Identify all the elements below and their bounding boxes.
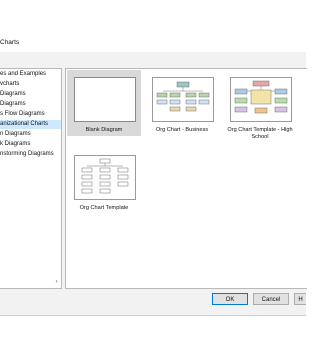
tree-item-organizational-charts[interactable]: anizational Charts xyxy=(0,120,61,129)
tree-item-flowcharts[interactable]: vcharts xyxy=(0,80,19,89)
template-gallery[interactable]: Blank Diagram Org Chart - Business Org C… xyxy=(65,68,307,289)
template-label: Org Chart Template xyxy=(79,205,129,211)
template-label: Org Chart - Business xyxy=(155,127,209,133)
org-chart-icon xyxy=(81,158,129,194)
org-chart-icon xyxy=(234,80,288,114)
window-title: Charts xyxy=(0,39,20,46)
template-label: Org Chart Template - High School xyxy=(227,127,293,140)
tree-item-diagrams-2[interactable]: Diagrams xyxy=(0,100,26,109)
category-tree[interactable]: es and Examples vcharts Diagrams Diagram… xyxy=(0,68,62,289)
org-chart-business-thumbnail xyxy=(152,77,214,122)
template-label: Blank Diagram xyxy=(85,127,123,133)
title-bar: Charts xyxy=(0,34,306,52)
org-chart-high-school-thumbnail xyxy=(230,77,292,122)
tree-item-brainstorming[interactable]: nstorming Diagrams xyxy=(0,150,54,159)
org-chart-icon xyxy=(156,81,210,112)
chevron-right-icon[interactable]: › xyxy=(52,278,61,287)
tree-item-flow-diagrams[interactable]: s Flow Diagrams xyxy=(0,110,45,119)
blank-thumbnail xyxy=(74,77,136,122)
tree-item-k-diagrams[interactable]: k Diagrams xyxy=(0,140,30,149)
tree-item-n-diagrams[interactable]: n Diagrams xyxy=(0,130,31,139)
cancel-button[interactable]: Cancel xyxy=(253,293,289,305)
ok-button[interactable]: OK xyxy=(212,293,248,305)
help-button[interactable]: H xyxy=(294,293,306,305)
tree-item-diagrams-1[interactable]: Diagrams xyxy=(0,90,26,99)
tree-item-examples[interactable]: es and Examples xyxy=(0,70,46,79)
org-chart-thumbnail xyxy=(74,155,136,200)
